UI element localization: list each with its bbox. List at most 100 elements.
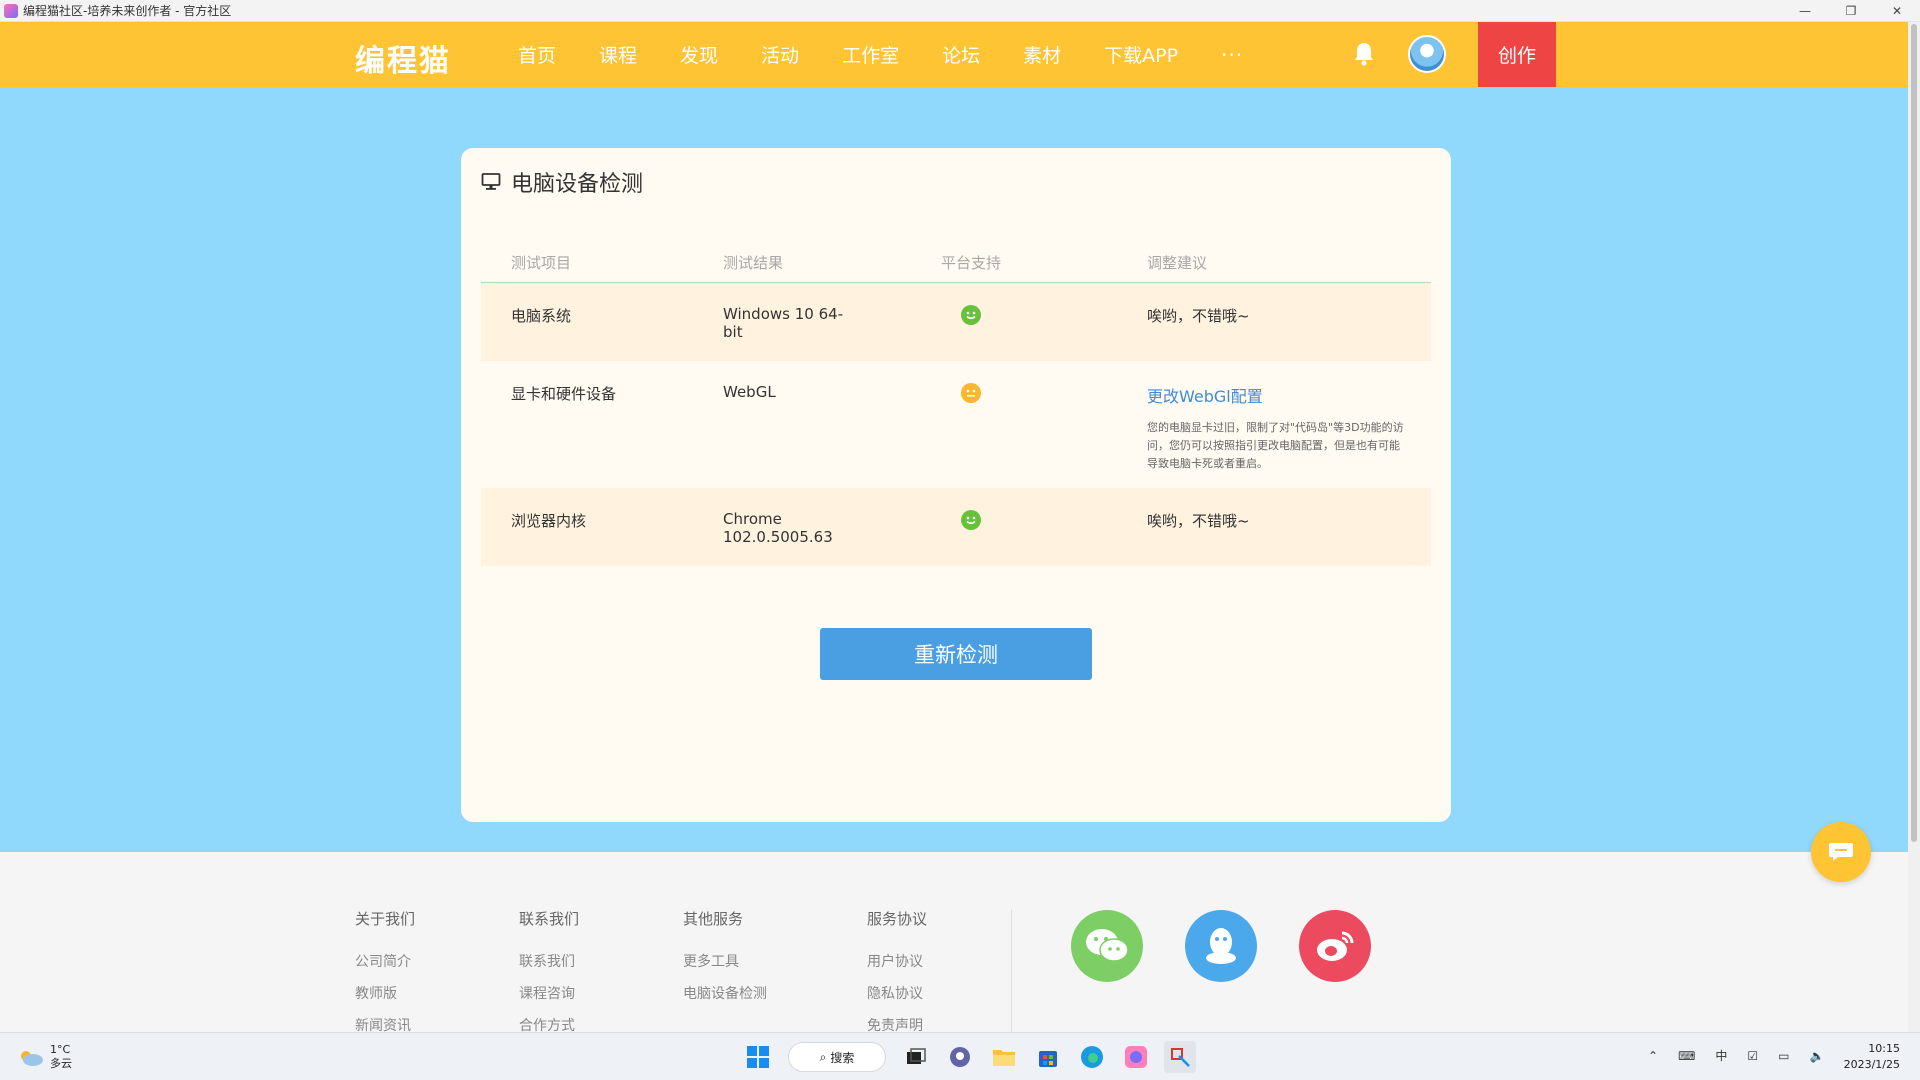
footer-column-title: 服务协议	[867, 910, 928, 928]
top-nav: 编程猫 首页 课程 发现 活动 工作室 论坛 素材 下载APP ··· 创作	[0, 22, 1908, 87]
row-result: WebGL	[723, 383, 776, 401]
header-advice: 调整建议	[1147, 254, 1208, 272]
restore-button[interactable]: ❐	[1828, 0, 1874, 22]
footer-link[interactable]: 教师版	[355, 983, 415, 1003]
footer-column-title: 联系我们	[519, 910, 580, 928]
device-check-card: 电脑设备检测 测试项目 测试结果 平台支持 调整建议 电脑系统 Windows …	[461, 148, 1451, 822]
chat-float-button[interactable]	[1811, 822, 1871, 882]
footer-link[interactable]: 课程咨询	[519, 983, 579, 1003]
footer-column-services: 其他服务 更多工具 电脑设备检测	[683, 908, 767, 1015]
weibo-button[interactable]	[1299, 910, 1371, 982]
create-button[interactable]: 创作	[1478, 22, 1556, 87]
qq-button[interactable]	[1185, 910, 1257, 982]
nav-courses[interactable]: 课程	[599, 41, 637, 68]
network-icon[interactable]: ▭	[1778, 1049, 1789, 1063]
weibo-icon	[1317, 931, 1354, 961]
weather-desc: 多云	[50, 1057, 72, 1070]
ime-indicator[interactable]: 中	[1715, 1047, 1727, 1064]
row-advice: 唉哟，不错哦~	[1147, 307, 1250, 325]
taskbar-search[interactable]: ⌕ 搜索	[788, 1042, 886, 1072]
nav-more-button[interactable]: ···	[1221, 43, 1243, 67]
footer-column-about: 关于我们 公司简介 教师版 新闻资讯	[355, 908, 415, 1047]
cloud-icon	[21, 1051, 43, 1066]
task-view-icon[interactable]	[900, 1041, 932, 1073]
wechat-button[interactable]	[1071, 910, 1143, 982]
wechat-icon	[1086, 929, 1129, 962]
header-item: 测试项目	[511, 254, 572, 272]
checkbox-tray-icon[interactable]: ☑	[1747, 1049, 1758, 1063]
qq-icon	[1206, 928, 1236, 964]
nav-forum[interactable]: 论坛	[942, 41, 980, 68]
smile-good-icon	[961, 305, 981, 325]
row-result: Chrome 102.0.5005.63	[723, 510, 833, 546]
row-item: 浏览器内核	[511, 512, 587, 530]
taskbar-clock[interactable]: 10:15 2023/1/25	[1840, 1041, 1900, 1073]
user-avatar[interactable]	[1408, 35, 1446, 73]
snipping-tool-icon[interactable]	[1164, 1041, 1196, 1073]
monitor-icon	[481, 173, 501, 190]
scrollbar-thumb[interactable]	[1911, 24, 1917, 842]
table-row: 电脑系统 Windows 10 64-bit 唉哟，不错哦~	[481, 283, 1431, 361]
footer-link[interactable]: 隐私协议	[867, 983, 927, 1003]
keyboard-icon[interactable]: ⌨	[1678, 1049, 1695, 1063]
page-title: 电脑设备检测	[481, 166, 643, 198]
table-header: 测试项目 测试结果 平台支持 调整建议	[481, 248, 1431, 283]
footer-column-terms: 服务协议 用户协议 隐私协议 免责声明	[867, 908, 927, 1047]
footer-column-contact: 联系我们 联系我们 课程咨询 合作方式	[519, 908, 579, 1047]
search-icon: ⌕	[819, 1049, 827, 1064]
nav-discover[interactable]: 发现	[680, 41, 718, 68]
codemao-app-icon[interactable]	[1120, 1041, 1152, 1073]
footer: 关于我们 公司简介 教师版 新闻资讯 联系我们 联系我们 课程咨询 合作方式 其…	[0, 852, 1908, 1034]
neutral-warn-icon	[961, 383, 981, 403]
clock-time: 10:15	[1868, 1042, 1900, 1055]
taskbar-search-label: 搜索	[830, 1050, 855, 1065]
chat-bubble-icon	[1829, 843, 1853, 861]
teams-chat-icon[interactable]	[944, 1041, 976, 1073]
clock-date: 2023/1/25	[1843, 1058, 1900, 1071]
file-explorer-icon[interactable]	[988, 1041, 1020, 1073]
row-item: 电脑系统	[511, 307, 572, 325]
nav-events[interactable]: 活动	[761, 41, 799, 68]
store-icon[interactable]	[1032, 1041, 1064, 1073]
row-result: Windows 10 64-bit	[723, 305, 844, 341]
nav-download-app[interactable]: 下载APP	[1104, 41, 1178, 68]
nav-home[interactable]: 首页	[518, 41, 556, 68]
table-row: 显卡和硬件设备 WebGL 更改WebGl配置 您的电脑显卡过旧，限制了对"代码…	[481, 361, 1431, 488]
nav-menu: 首页 课程 发现 活动 工作室 论坛 素材 下载APP ···	[518, 22, 1243, 87]
check-table: 测试项目 测试结果 平台支持 调整建议 电脑系统 Windows 10 64-b…	[481, 248, 1431, 566]
webgl-note: 您的电脑显卡过旧，限制了对"代码岛"等3D功能的访问，您仍可以按照指引更改电脑配…	[1147, 421, 1404, 470]
footer-link[interactable]: 联系我们	[519, 951, 579, 971]
header-result: 测试结果	[723, 254, 784, 272]
nav-studio[interactable]: 工作室	[842, 41, 899, 68]
os-taskbar: 1°C 多云 ⌕ 搜索 ⌃ ⌨ 中 ☑ ▭ 🔈 10:15 2023/1/25	[0, 1032, 1920, 1080]
system-tray: ⌃ ⌨ 中 ☑ ▭ 🔈	[1648, 1047, 1844, 1064]
footer-divider	[1011, 910, 1012, 1032]
nav-assets[interactable]: 素材	[1023, 41, 1061, 68]
footer-link[interactable]: 更多工具	[683, 951, 767, 971]
weather-widget[interactable]: 1°C 多云	[18, 1043, 72, 1071]
site-logo[interactable]: 编程猫	[355, 36, 451, 80]
edge-browser-icon[interactable]	[1076, 1041, 1108, 1073]
change-webgl-link[interactable]: 更改WebGl配置	[1147, 383, 1263, 407]
page-scrollbar[interactable]	[1908, 22, 1920, 1032]
close-button[interactable]: ✕	[1874, 0, 1920, 22]
header-support: 平台支持	[941, 254, 1002, 272]
start-button[interactable]	[742, 1041, 774, 1073]
volume-icon[interactable]: 🔈	[1810, 1049, 1825, 1063]
window-title: 编程猫社区-培养未来创作者 - 官方社区	[23, 4, 232, 18]
footer-column-title: 其他服务	[683, 910, 744, 928]
minimize-button[interactable]: —	[1782, 0, 1828, 22]
smile-good-icon	[961, 510, 981, 530]
taskbar-apps: ⌕ 搜索	[736, 1041, 1202, 1073]
footer-column-title: 关于我们	[355, 910, 416, 928]
weather-temp: 1°C	[50, 1043, 71, 1056]
footer-link[interactable]: 公司简介	[355, 951, 415, 971]
footer-link[interactable]: 用户协议	[867, 951, 927, 971]
page-title-text: 电脑设备检测	[511, 172, 644, 197]
chevron-up-icon[interactable]: ⌃	[1648, 1049, 1658, 1063]
recheck-button[interactable]: 重新检测	[820, 628, 1092, 680]
bell-icon[interactable]	[1352, 41, 1376, 67]
windows-icon	[747, 1046, 769, 1068]
footer-link[interactable]: 电脑设备检测	[683, 983, 767, 1003]
row-item: 显卡和硬件设备	[511, 385, 617, 403]
